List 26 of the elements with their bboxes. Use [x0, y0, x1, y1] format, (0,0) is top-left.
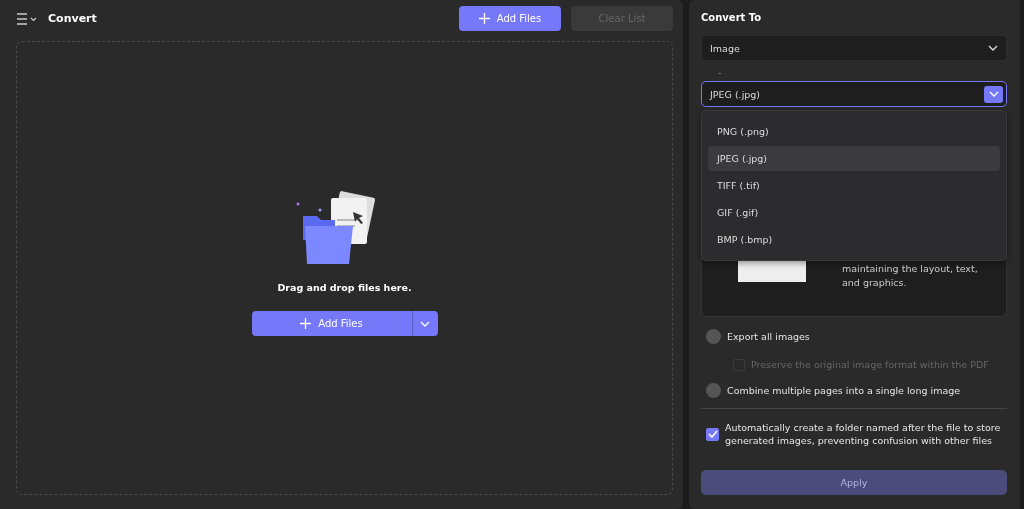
option-label: Export all images [727, 330, 810, 343]
caret-icon [988, 45, 998, 51]
caret-icon [420, 320, 430, 327]
type-select[interactable]: Image [701, 35, 1007, 61]
plus-icon [300, 318, 312, 329]
menu-icon[interactable] [16, 12, 38, 25]
page-title: Convert [48, 12, 97, 25]
option-label: Automatically create a folder named after the file to store generated images, preventing confusion with other files [725, 421, 1002, 447]
panel-title: Convert To [701, 12, 763, 23]
separator-text: - [718, 67, 723, 79]
checkbox[interactable] [706, 427, 719, 441]
add-files-split-button[interactable]: Add Files [251, 311, 438, 336]
preview-description: maintaining the layout, text, and graphics. [842, 262, 979, 290]
plus-icon [478, 13, 490, 24]
format-option[interactable]: PNG (.png) [708, 119, 1000, 144]
radio-button[interactable] [706, 383, 721, 398]
format-select[interactable]: JPEG (.jpg) [701, 81, 1007, 107]
format-option[interactable]: BMP (.bmp) [708, 227, 1000, 252]
option-label: Combine multiple pages into a single long image [727, 384, 961, 397]
radio-button[interactable] [706, 329, 721, 344]
drop-hint: Drag and drop files here. [277, 282, 412, 293]
caret-icon [988, 91, 999, 97]
format-option[interactable]: TIFF (.tif) [708, 173, 1000, 198]
format-option[interactable]: GIF (.gif) [708, 200, 1000, 225]
add-files-button[interactable]: Add Files [459, 6, 561, 31]
format-option[interactable]: JPEG (.jpg) [708, 146, 1000, 171]
